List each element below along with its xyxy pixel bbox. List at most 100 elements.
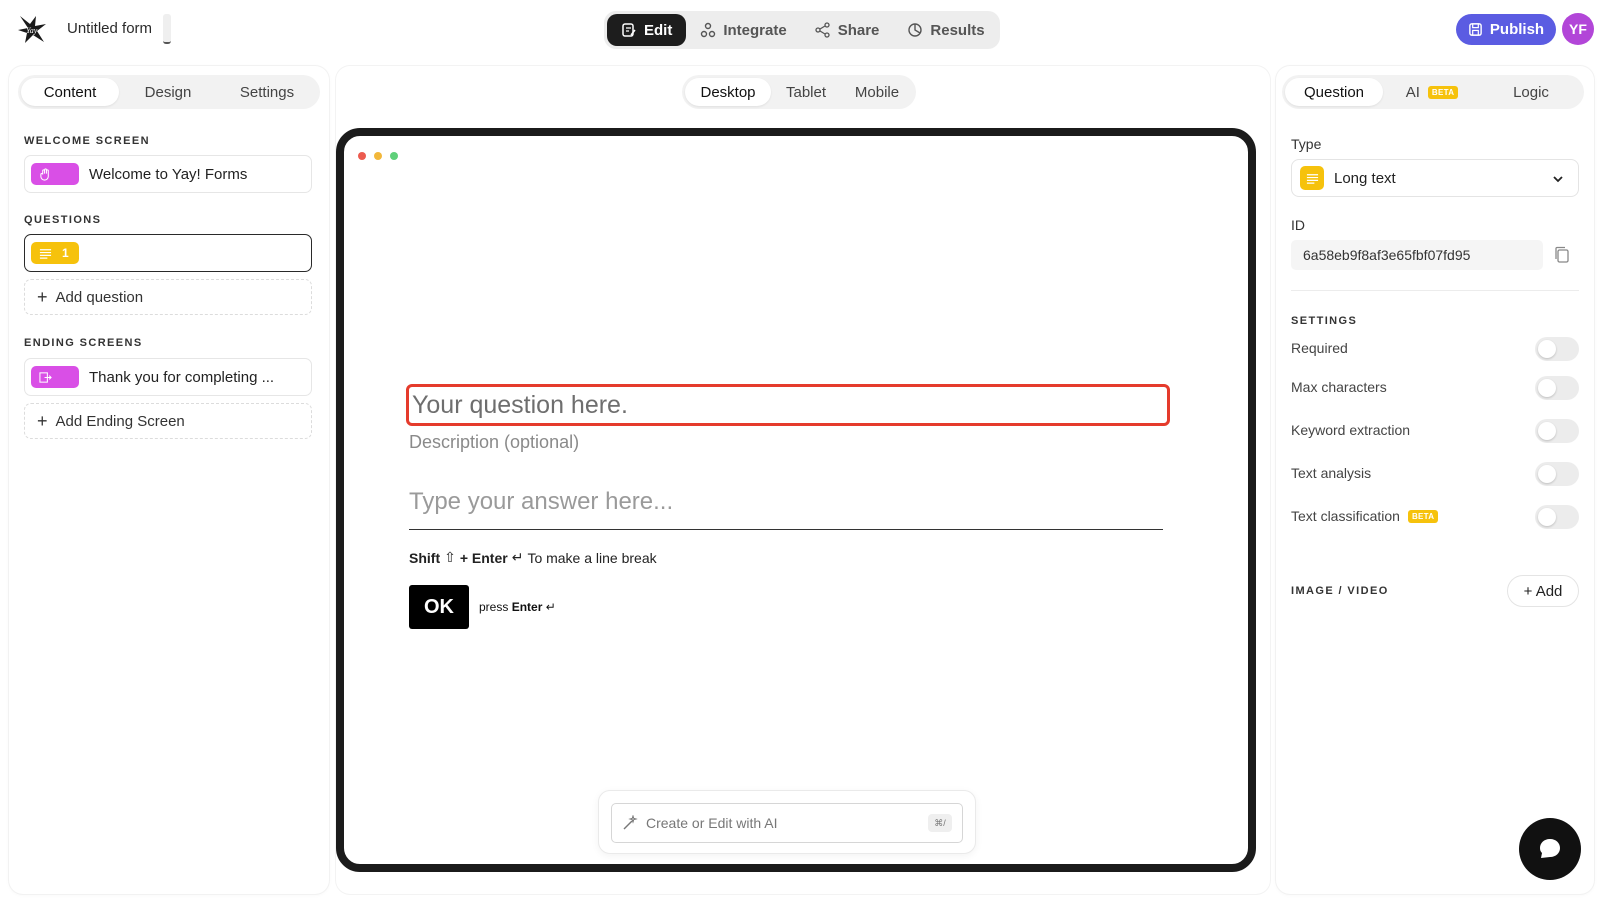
setting-required: Required [1291, 336, 1579, 361]
image-video-heading: IMAGE / VIDEO [1291, 585, 1389, 597]
tab-desktop[interactable]: Desktop [685, 78, 771, 106]
copy-icon[interactable] [1554, 246, 1570, 264]
question-title-input[interactable]: Your question here. [406, 384, 1170, 426]
publish-label: Publish [1489, 21, 1545, 38]
questions-heading: QUESTIONS [24, 214, 102, 226]
tab-question[interactable]: Question [1285, 78, 1383, 106]
green-dot [390, 152, 398, 160]
question-type-select[interactable]: Long text [1291, 159, 1579, 197]
text-classification-toggle[interactable] [1535, 505, 1579, 529]
results-icon [908, 23, 923, 37]
required-toggle[interactable] [1535, 337, 1579, 361]
tab-content[interactable]: Content [21, 78, 119, 106]
long-text-icon [39, 248, 52, 259]
tab-design[interactable]: Design [119, 78, 217, 106]
setting-label: Required [1291, 340, 1348, 356]
hint-shift: Shift [409, 549, 441, 566]
add-ending-screen-button[interactable]: + Add Ending Screen [24, 403, 312, 439]
welcome-chip [31, 163, 79, 185]
yellow-dot [374, 152, 382, 160]
tab-edit-label: Edit [644, 21, 673, 39]
type-value: Long text [1334, 169, 1396, 187]
share-icon [815, 22, 830, 38]
publish-button[interactable]: Publish [1456, 14, 1556, 45]
tab-results[interactable]: Results [893, 14, 998, 46]
settings-heading: SETTINGS [1291, 315, 1358, 327]
desktop-preview-frame: Your question here. Description (optiona… [336, 128, 1256, 872]
add-media-button[interactable]: + Add [1507, 575, 1579, 607]
yay-forms-logo-icon[interactable]: Yay [16, 12, 50, 46]
add-question-button[interactable]: + Add question [24, 279, 312, 315]
edit-icon [622, 23, 636, 37]
integrate-icon [701, 22, 716, 38]
press-key: Enter [511, 600, 543, 614]
setting-label: Text classification [1291, 508, 1400, 524]
form-title[interactable]: Untitled form [67, 20, 152, 37]
welcome-screen-item[interactable]: Welcome to Yay! Forms [24, 155, 312, 193]
ending-item-label: Thank you for completing ... [89, 368, 275, 386]
ending-screens-heading: ENDING SCREENS [24, 337, 143, 349]
red-dot [358, 152, 366, 160]
publish-icon [1469, 23, 1482, 36]
right-panel-tabs: Question AI BETA Logic [1282, 75, 1584, 109]
text-analysis-toggle[interactable] [1535, 462, 1579, 486]
long-text-icon [1300, 166, 1324, 190]
setting-keyword-extraction: Keyword extraction [1291, 418, 1579, 443]
magic-wand-icon [623, 815, 638, 830]
user-avatar[interactable]: YF [1562, 13, 1594, 45]
hand-wave-icon [40, 167, 49, 181]
ending-screen-item[interactable]: Thank you for completing ... [24, 358, 312, 396]
tab-logic[interactable]: Logic [1481, 78, 1581, 106]
window-dots [358, 152, 398, 160]
device-tabs: Desktop Tablet Mobile [682, 75, 916, 109]
content-panel: Content Design Settings WELCOME SCREEN W… [9, 66, 329, 894]
type-label: Type [1291, 136, 1322, 152]
hint-enter: + Enter [459, 549, 508, 566]
ai-beta-badge: BETA [1427, 85, 1459, 99]
ai-placeholder: Create or Edit with AI [646, 815, 778, 831]
setting-text-classification: Text classification BETA [1291, 504, 1579, 529]
setting-label: Keyword extraction [1291, 422, 1411, 438]
ai-shortcut-badge: ⌘/ [928, 814, 952, 832]
max-characters-toggle[interactable] [1535, 376, 1579, 400]
tab-integrate-label: Integrate [723, 21, 787, 39]
setting-label: Max characters [1291, 379, 1387, 395]
tab-ai-label: AI [1405, 83, 1420, 101]
tab-results-label: Results [930, 21, 985, 39]
mode-tabs: Edit Integrate Share Results [604, 11, 1000, 49]
ending-chip [31, 366, 79, 388]
tab-mobile[interactable]: Mobile [841, 78, 913, 106]
plus-icon: + [37, 287, 48, 307]
ok-button[interactable]: OK [409, 585, 469, 629]
welcome-item-label: Welcome to Yay! Forms [89, 165, 248, 183]
tab-settings[interactable]: Settings [217, 78, 317, 106]
tab-integrate[interactable]: Integrate [686, 14, 800, 46]
welcome-screen-heading: WELCOME SCREEN [24, 135, 150, 147]
shift-icon: ⇧ [444, 549, 456, 565]
answer-placeholder: Type your answer here... [409, 488, 674, 515]
keyword-extraction-toggle[interactable] [1535, 419, 1579, 443]
line-break-hint: Shift ⇧ + Enter ↵ To make a line break [409, 549, 657, 566]
tab-ai[interactable]: AI BETA [1383, 78, 1481, 106]
text-classification-beta-badge: BETA [1407, 509, 1439, 523]
divider [1291, 290, 1579, 291]
press-label: press [479, 600, 509, 614]
question-id-field[interactable]: 6a58eb9f8af3e65fbf07fd95 [1291, 240, 1543, 270]
id-label: ID [1291, 217, 1305, 233]
tab-tablet[interactable]: Tablet [771, 78, 841, 106]
question-item-1[interactable]: 1 [24, 234, 312, 272]
preview-panel: Desktop Tablet Mobile Your question here… [336, 66, 1270, 894]
add-ending-label: Add Ending Screen [55, 412, 185, 430]
chat-support-button[interactable] [1519, 818, 1581, 880]
ai-prompt-input[interactable]: Create or Edit with AI ⌘/ [611, 803, 963, 843]
tab-share[interactable]: Share [801, 14, 894, 46]
description-input[interactable]: Description (optional) [409, 432, 579, 453]
tab-edit[interactable]: Edit [607, 14, 687, 46]
tab-share-label: Share [837, 21, 880, 39]
answer-input[interactable]: Type your answer here... [409, 488, 1163, 530]
setting-label: Text analysis [1291, 465, 1372, 481]
enter-icon: ↵ [545, 600, 556, 614]
chevron-down-icon [1553, 176, 1563, 183]
setting-text-analysis: Text analysis [1291, 461, 1579, 486]
setting-max-characters: Max characters [1291, 375, 1579, 400]
